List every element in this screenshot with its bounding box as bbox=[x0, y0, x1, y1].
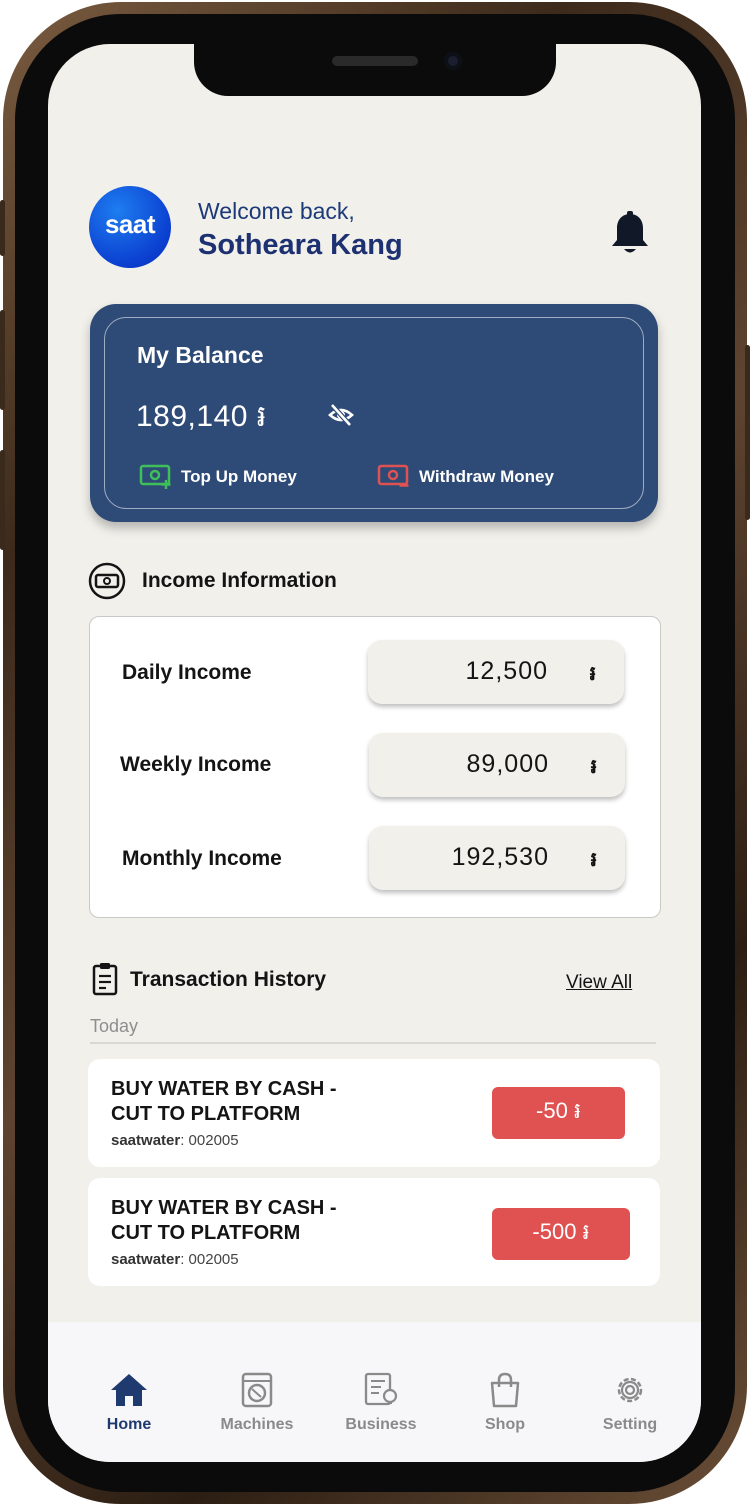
top-up-button[interactable]: Top Up Money bbox=[139, 464, 297, 490]
money-plus-icon bbox=[139, 464, 171, 489]
balance-amount: 189,140 ៛ bbox=[136, 400, 267, 433]
date-group-label: Today bbox=[90, 1016, 139, 1036]
bottom-nav: Home Machines Business Shop Setting bbox=[48, 1322, 701, 1462]
eye-off-icon[interactable] bbox=[328, 402, 354, 428]
transaction-amount-badge: -500 ៛ bbox=[492, 1208, 630, 1260]
monthly-income-label: Monthly Income bbox=[122, 847, 282, 870]
shopping-bag-icon bbox=[490, 1372, 520, 1408]
transaction-amount-badge: -50 ៛ bbox=[492, 1087, 625, 1139]
phone-volume-up-button bbox=[0, 310, 5, 410]
transaction-ref-value: : 002005 bbox=[180, 1251, 239, 1268]
transaction-title: BUY WATER BY CASH - CUT TO PLATFORM bbox=[111, 1078, 337, 1125]
gear-icon bbox=[617, 1377, 643, 1403]
phone-power-button bbox=[745, 345, 750, 520]
app-screen: saat Welcome back, Sotheara Kang My Bala… bbox=[48, 44, 701, 1462]
phone-notch bbox=[194, 44, 556, 96]
transaction-item[interactable]: BUY WATER BY CASH - CUT TO PLATFORM saat… bbox=[88, 1059, 660, 1167]
daily-income-label: Daily Income bbox=[122, 661, 252, 684]
nav-label-business: Business bbox=[345, 1416, 417, 1433]
phone-volume-down-button bbox=[0, 450, 5, 550]
bell-icon[interactable] bbox=[608, 210, 652, 258]
nav-item-home[interactable]: Home bbox=[74, 1370, 184, 1434]
nav-item-shop[interactable]: Shop bbox=[450, 1370, 560, 1434]
nav-item-setting[interactable]: Setting bbox=[575, 1370, 685, 1434]
weekly-income-value: 89,000 bbox=[466, 750, 549, 778]
monthly-income-currency: ៛ bbox=[590, 849, 597, 871]
user-name: Sotheara Kang bbox=[198, 229, 403, 261]
income-section-title: Income Information bbox=[142, 569, 337, 592]
withdraw-label: Withdraw Money bbox=[419, 467, 554, 486]
transaction-ref-label: saatwater bbox=[111, 1251, 181, 1268]
balance-title: My Balance bbox=[137, 342, 264, 368]
daily-income-currency: ៛ bbox=[589, 663, 596, 685]
business-report-icon bbox=[364, 1372, 398, 1406]
daily-income-value-box: 12,500 ៛ bbox=[368, 640, 624, 704]
nav-item-business[interactable]: Business bbox=[326, 1370, 436, 1434]
weekly-income-currency: ៛ bbox=[590, 756, 597, 778]
monthly-income-value-box: 192,530 ៛ bbox=[369, 826, 625, 890]
monthly-income-value: 192,530 bbox=[451, 843, 549, 871]
weekly-income-value-box: 89,000 ៛ bbox=[369, 733, 625, 797]
nav-label-shop: Shop bbox=[485, 1416, 525, 1433]
nav-label-machines: Machines bbox=[220, 1416, 294, 1433]
clipboard-icon bbox=[92, 963, 118, 996]
welcome-text: Welcome back, bbox=[198, 198, 355, 224]
weekly-income-label: Weekly Income bbox=[120, 753, 272, 776]
transaction-ref-value: : 002005 bbox=[180, 1132, 239, 1149]
top-up-label: Top Up Money bbox=[181, 467, 297, 486]
money-minus-icon bbox=[377, 464, 409, 487]
transaction-item[interactable]: BUY WATER BY CASH - CUT TO PLATFORM saat… bbox=[88, 1178, 660, 1286]
home-icon bbox=[111, 1374, 147, 1406]
app-logo: saat bbox=[89, 186, 171, 268]
daily-income-value: 12,500 bbox=[465, 657, 548, 685]
phone-side-button bbox=[0, 200, 5, 256]
income-card: Daily Income 12,500 ៛ Weekly Income 89,0… bbox=[89, 616, 661, 918]
view-all-link[interactable]: View All bbox=[566, 972, 632, 994]
speaker-grill bbox=[332, 56, 418, 66]
transaction-section-title: Transaction History bbox=[130, 968, 327, 991]
logo-text: saat bbox=[104, 208, 156, 239]
date-group-divider bbox=[90, 1042, 656, 1044]
cash-circle-icon bbox=[88, 562, 126, 600]
transaction-ref-label: saatwater bbox=[111, 1132, 181, 1149]
nav-label-home: Home bbox=[106, 1416, 152, 1433]
nav-label-setting: Setting bbox=[602, 1416, 658, 1433]
transaction-reference: saatwater: 002005 bbox=[111, 1132, 239, 1149]
transaction-reference: saatwater: 002005 bbox=[111, 1251, 239, 1268]
washing-machine-icon bbox=[241, 1372, 273, 1408]
withdraw-button[interactable]: Withdraw Money bbox=[377, 464, 554, 490]
front-camera bbox=[444, 52, 462, 70]
transaction-title: BUY WATER BY CASH - CUT TO PLATFORM bbox=[111, 1197, 337, 1244]
nav-item-machines[interactable]: Machines bbox=[202, 1370, 312, 1434]
